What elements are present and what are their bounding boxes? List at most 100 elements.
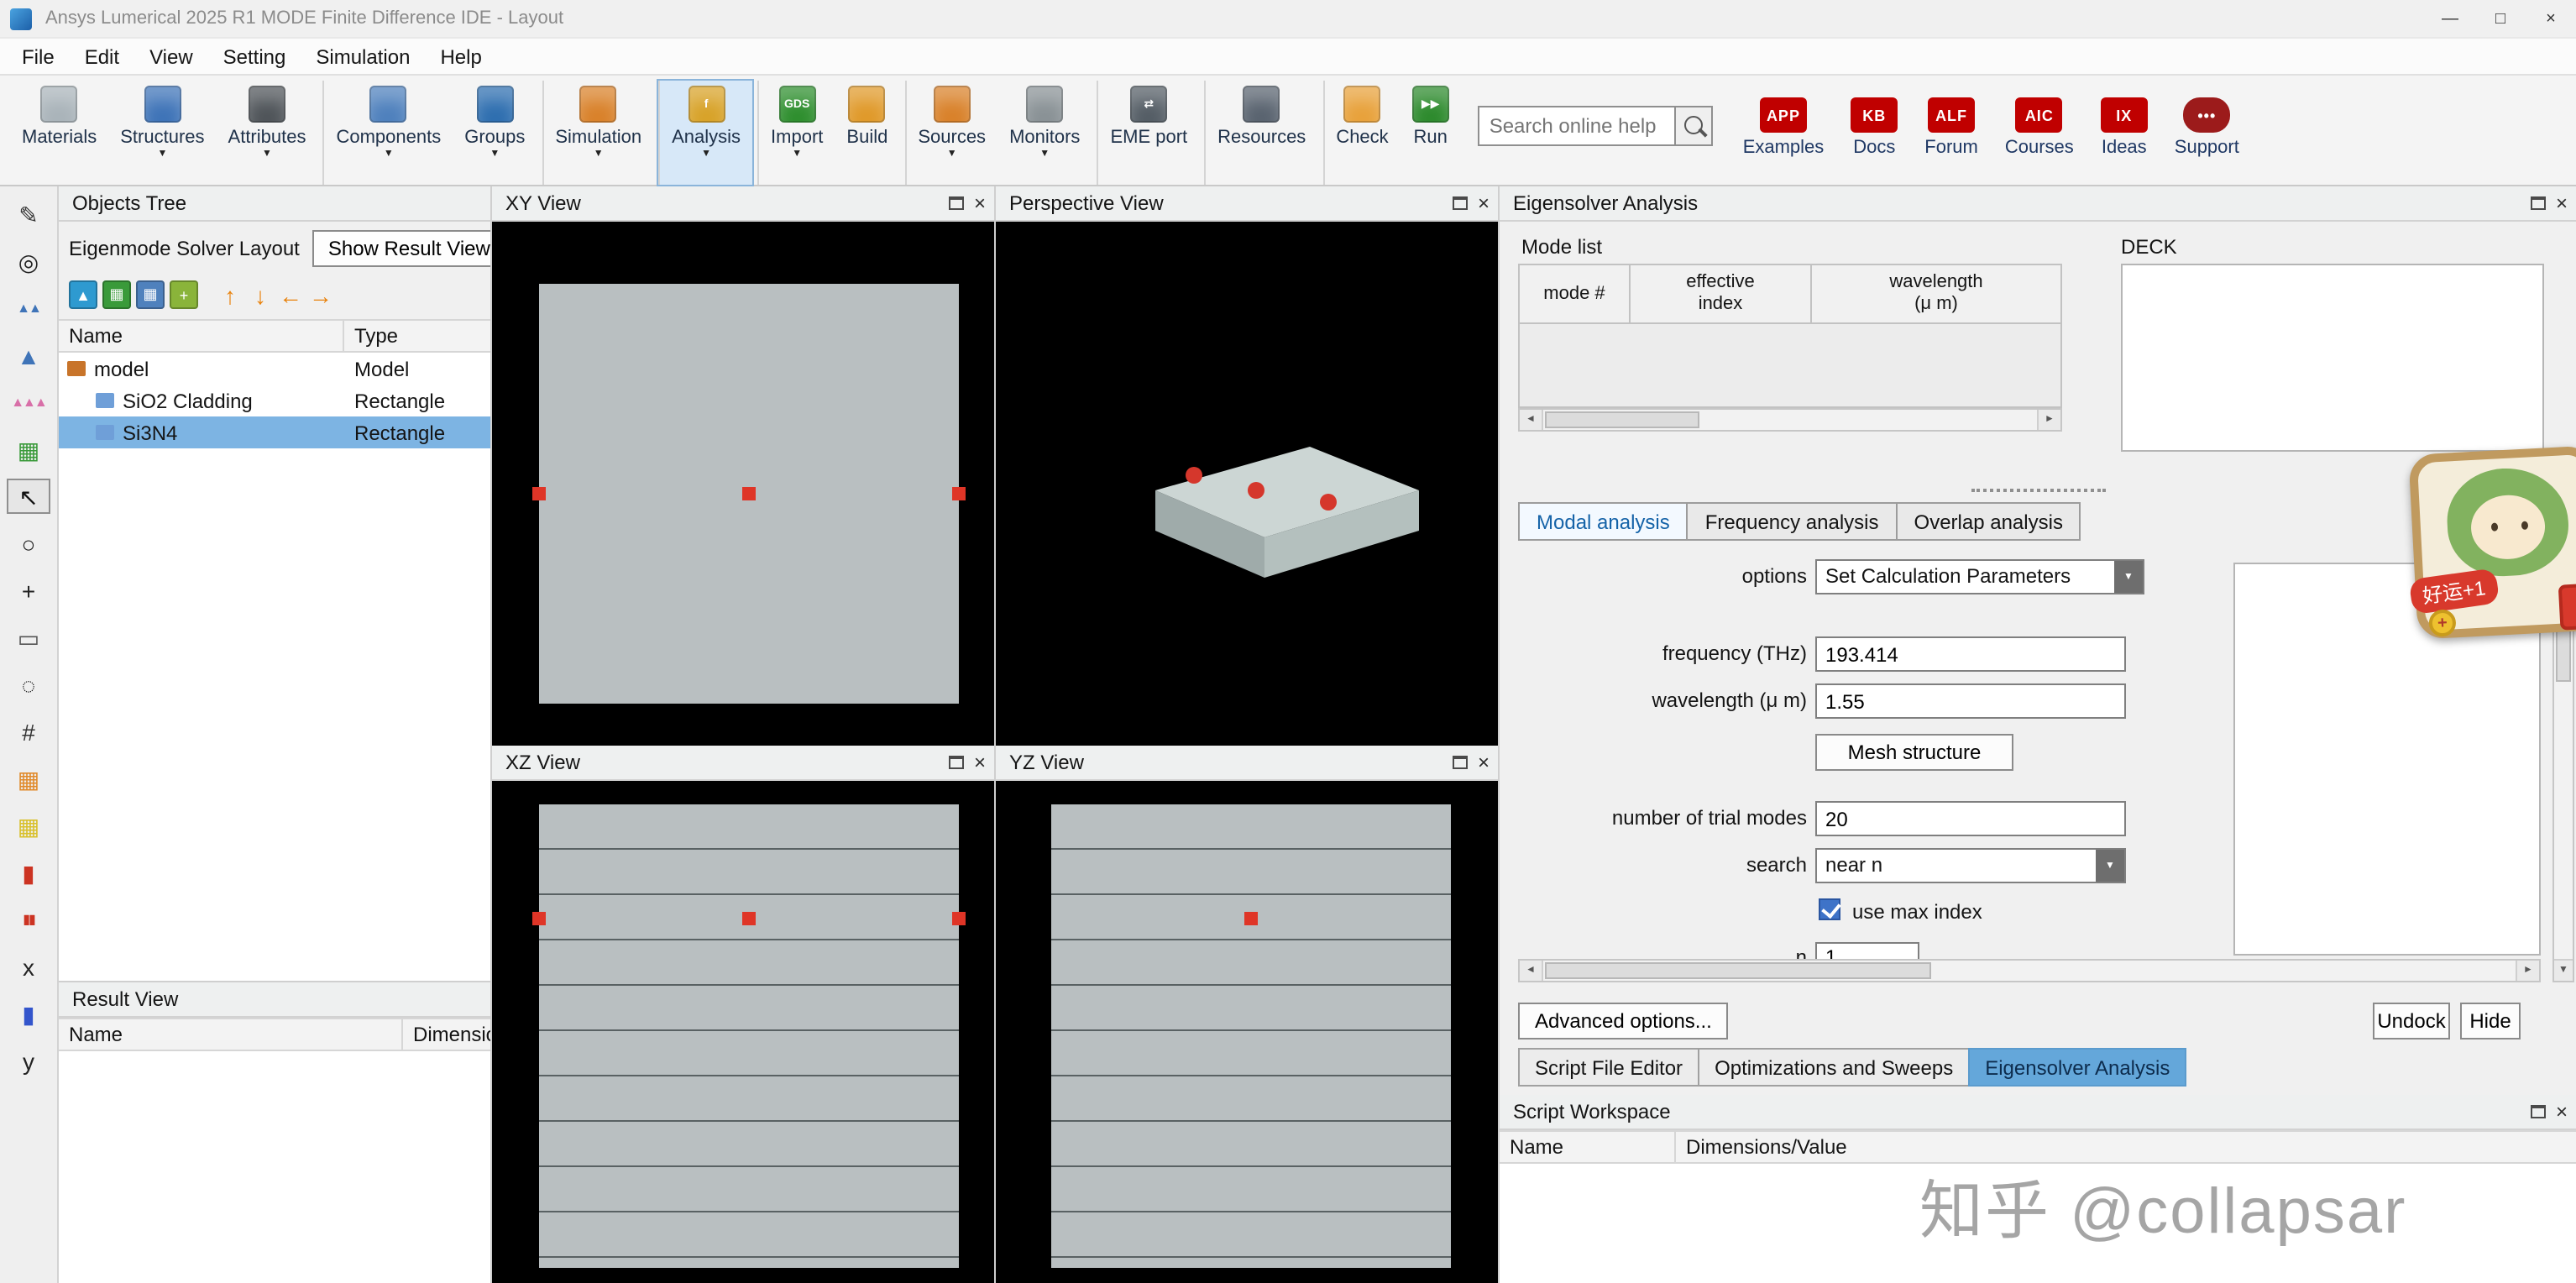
dock-tab[interactable]: Eigensolver Analysis <box>1968 1048 2186 1087</box>
tree-row[interactable]: Si3N4 Rectangle <box>59 416 547 448</box>
toolbar-button-eme-port[interactable]: ⇄ EME port ▼ <box>1097 81 1199 185</box>
help-support[interactable]: ••• Support <box>2175 97 2239 185</box>
grid-view-icon[interactable]: ▦ <box>136 280 165 309</box>
form-hscrollbar[interactable]: ◄ ► <box>1518 959 2541 982</box>
selection-handle[interactable] <box>532 487 546 500</box>
axis-x-label[interactable]: x <box>7 949 50 984</box>
pan-icon[interactable]: + <box>7 573 50 608</box>
wavelength-input[interactable] <box>1815 683 2126 719</box>
perspective-canvas[interactable] <box>996 222 1498 746</box>
selection-handle[interactable] <box>742 487 756 500</box>
xz-canvas[interactable] <box>492 781 994 1283</box>
selection-handle[interactable] <box>532 912 546 925</box>
move-up-icon[interactable]: ↑ <box>217 280 243 309</box>
xy-view-header[interactable]: XY View × <box>492 186 994 222</box>
column-name[interactable]: Name <box>59 1019 403 1050</box>
mesh-view-icon[interactable]: ▦ <box>102 280 131 309</box>
chevron-down-icon[interactable]: ▼ <box>2096 850 2124 882</box>
tree-row[interactable]: SiO2 Cladding Rectangle <box>59 385 547 416</box>
move-down-icon[interactable]: ↓ <box>247 280 274 309</box>
objects-tree-header[interactable]: Objects Tree × <box>59 186 547 222</box>
toolbar-button-resources[interactable]: Resources ▼ <box>1204 81 1317 185</box>
column-name[interactable]: Name <box>59 321 344 351</box>
menu-item[interactable]: Edit <box>70 39 134 73</box>
scroll-thumb[interactable] <box>1545 411 1699 428</box>
structure-yz[interactable] <box>1051 804 1451 1268</box>
menu-item[interactable]: Help <box>425 39 496 73</box>
close-panel-icon[interactable]: × <box>1478 752 1490 772</box>
float-panel-icon[interactable] <box>2531 196 2546 210</box>
hide-button[interactable]: Hide <box>2460 1003 2521 1039</box>
mode-table-column[interactable]: mode # <box>1520 265 1631 322</box>
move-left-icon[interactable]: ← <box>277 280 304 309</box>
group-objects-icon[interactable]: ▲▲▲ <box>7 385 50 420</box>
toolbar-button-build[interactable]: Build ▼ <box>835 81 899 185</box>
options-dropdown[interactable]: Set Calculation Parameters ▼ <box>1815 559 2144 594</box>
menu-item[interactable]: Setting <box>208 39 301 73</box>
toolbar-button-analysis[interactable]: f Analysis ▼ <box>658 81 752 185</box>
script-workspace-header[interactable]: Script Workspace × <box>1500 1095 2576 1130</box>
axis-y-label[interactable]: y <box>7 1043 50 1078</box>
search-mode-dropdown[interactable]: near n ▼ <box>1815 848 2126 883</box>
selection-handle[interactable] <box>952 912 966 925</box>
zoom-icon[interactable]: ○ <box>7 526 50 561</box>
eigensolver-header[interactable]: Eigensolver Analysis × <box>1500 186 2576 222</box>
float-panel-icon[interactable] <box>949 196 964 210</box>
menu-item[interactable]: View <box>134 39 208 73</box>
help-courses[interactable]: AIC Courses <box>2005 97 2074 185</box>
mode-table-hscrollbar[interactable]: ◄ ► <box>1518 408 2062 432</box>
toolbar-button-materials[interactable]: Materials ▼ <box>10 81 108 185</box>
toolbar-button-run[interactable]: ▶▶ Run ▼ <box>1401 81 1461 185</box>
toolbar-button-import[interactable]: GDS Import ▼ <box>757 81 835 185</box>
toolbar-button-simulation[interactable]: Simulation ▼ <box>542 81 653 185</box>
close-panel-icon[interactable]: × <box>1478 193 1490 213</box>
perspective-view-header[interactable]: Perspective View × <box>996 186 1498 222</box>
mode-table-column[interactable]: wavelength (μ m) <box>1812 265 2060 322</box>
structure-xz[interactable] <box>539 804 959 1268</box>
close-panel-icon[interactable]: × <box>974 193 986 213</box>
delete-icon[interactable]: ▦ <box>7 432 50 467</box>
dock-tab[interactable]: Optimizations and Sweeps <box>1698 1048 1970 1087</box>
frequency-input[interactable] <box>1815 636 2126 672</box>
advanced-options-button[interactable]: Advanced options... <box>1518 1003 1729 1039</box>
scroll-right-icon[interactable]: ► <box>2037 410 2060 430</box>
float-panel-icon[interactable] <box>2531 1105 2546 1118</box>
xz-view-header[interactable]: XZ View × <box>492 746 994 781</box>
deck-area[interactable] <box>2121 264 2544 452</box>
analysis-tab[interactable]: Modal analysis <box>1518 502 1689 541</box>
analysis-tab[interactable]: Frequency analysis <box>1687 502 1898 541</box>
toolbar-button-attributes[interactable]: Attributes ▼ <box>217 81 318 185</box>
close-panel-icon[interactable]: × <box>2556 1102 2568 1122</box>
grid-property-icon[interactable]: ▦ <box>7 808 50 843</box>
dock-tab[interactable]: Script File Editor <box>1518 1048 1699 1087</box>
scroll-right-icon[interactable]: ► <box>2516 961 2539 981</box>
toolbar-button-monitors[interactable]: Monitors ▼ <box>997 81 1092 185</box>
scroll-down-icon[interactable]: ▼ <box>2554 959 2573 981</box>
search-input[interactable] <box>1478 106 1676 146</box>
yz-canvas[interactable] <box>996 781 1498 1283</box>
help-docs[interactable]: KB Docs <box>1851 97 1898 185</box>
select-cursor-icon[interactable]: ↖ <box>7 479 50 514</box>
search-icon[interactable] <box>1676 106 1713 146</box>
tree-row[interactable]: model Model <box>59 353 547 385</box>
toolbar-button-check[interactable]: Check ▼ <box>1322 81 1400 185</box>
column-dimensions-value[interactable]: Dimensions/Value <box>1676 1135 2576 1159</box>
maximize-button[interactable]: □ <box>2475 0 2526 37</box>
zoom-region-icon[interactable]: ◌ <box>7 667 50 702</box>
toolbar-button-structures[interactable]: Structures ▼ <box>108 81 216 185</box>
chevron-down-icon[interactable]: ▼ <box>2114 561 2143 593</box>
toolbar-button-groups[interactable]: Groups ▼ <box>453 81 537 185</box>
zoom-extents-icon[interactable]: ▲▲ <box>7 291 50 326</box>
design-view-icon[interactable]: ◎ <box>7 244 50 279</box>
index-monitor-icon[interactable]: ▮ <box>7 855 50 890</box>
show-result-view-button[interactable]: Show Result View <box>313 230 505 267</box>
float-panel-icon[interactable] <box>1453 196 1468 210</box>
zoom-fit-icon[interactable]: ▲ <box>7 338 50 373</box>
xy-canvas[interactable] <box>492 222 994 746</box>
titlebar[interactable]: Ansys Lumerical 2025 R1 MODE Finite Diff… <box>0 0 2576 37</box>
zoom-structure-icon[interactable]: ▲ <box>69 280 97 309</box>
scroll-thumb[interactable] <box>1545 962 1931 979</box>
mesh-icon[interactable]: # <box>7 714 50 749</box>
move-right-icon[interactable]: → <box>307 280 334 309</box>
grid-attribute-icon[interactable]: ▦ <box>7 761 50 796</box>
